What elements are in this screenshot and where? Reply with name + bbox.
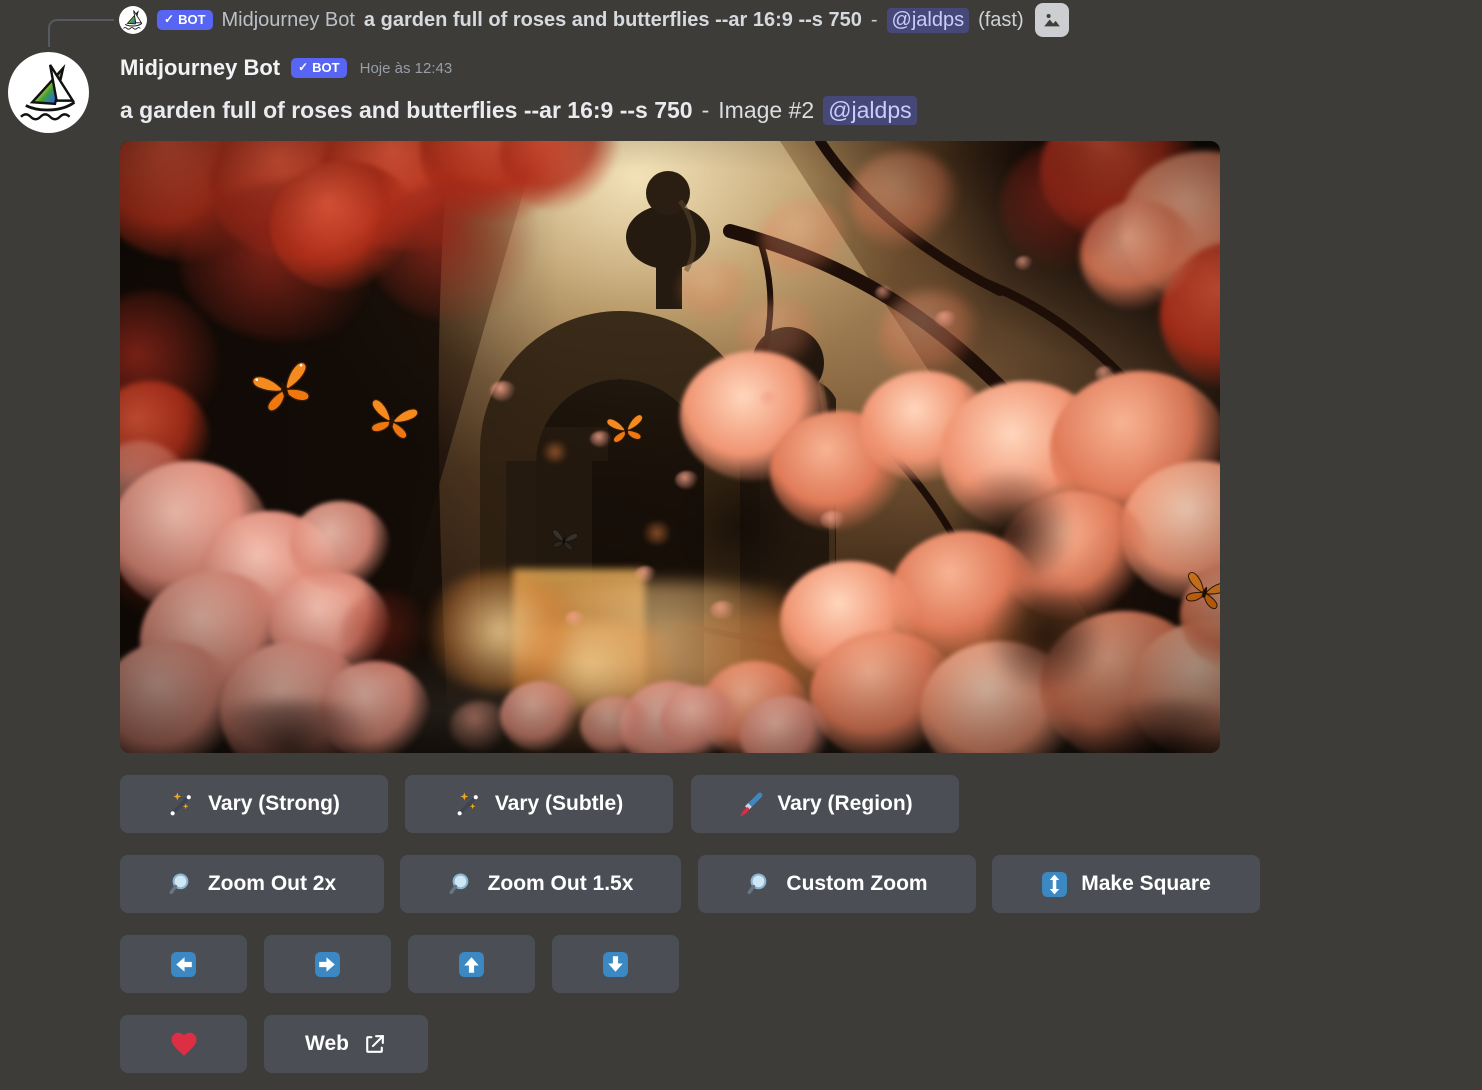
midjourney-sailboat-icon — [123, 10, 143, 30]
reply-user-mention[interactable]: @jaldps — [886, 7, 970, 33]
magnifier-icon — [169, 872, 189, 894]
message-username[interactable]: Midjourney Bot — [120, 55, 280, 81]
pan-left-button[interactable] — [120, 935, 247, 993]
magnifier-icon — [747, 872, 767, 894]
check-icon: ✓ — [164, 12, 175, 27]
magic-wand-icon — [457, 792, 478, 815]
arrow-up-icon — [459, 951, 484, 977]
arrow-left-icon — [171, 951, 196, 977]
reply-username[interactable]: Midjourney Bot — [222, 9, 355, 32]
pan-up-button[interactable] — [408, 935, 535, 993]
arrow-right-icon — [315, 951, 340, 977]
bot-badge: ✓ BOT — [291, 57, 347, 79]
magic-wand-icon — [170, 792, 191, 815]
reply-separator: - — [870, 8, 878, 31]
arrow-down-icon — [603, 951, 628, 977]
midjourney-bot-avatar[interactable] — [8, 52, 89, 133]
web-button[interactable]: Web — [264, 1015, 428, 1073]
bot-badge: ✓ BOT — [157, 9, 213, 31]
image-attachment-icon — [1034, 3, 1069, 37]
zoom-out-1-5x-button[interactable]: Zoom Out 1.5x — [400, 855, 681, 913]
heart-icon — [171, 1032, 196, 1056]
message-timestamp: Hoje às 12:43 — [359, 59, 453, 77]
external-link-icon — [366, 1034, 384, 1053]
message-header: Midjourney Bot ✓ BOT Hoje às 12:43 — [120, 55, 452, 81]
art-vignette — [120, 141, 1220, 753]
pan-right-button[interactable] — [264, 935, 391, 993]
favorite-button[interactable] — [120, 1015, 247, 1073]
pan-down-button[interactable] — [552, 935, 679, 993]
custom-zoom-button[interactable]: Custom Zoom — [698, 855, 976, 913]
reply-bar[interactable]: ✓ BOT Midjourney Bot a garden full of ro… — [157, 3, 1069, 37]
reply-fast-mode-label: (fast) — [978, 8, 1024, 31]
vary-subtle-button[interactable]: Vary (Subtle) — [405, 775, 673, 833]
discord-chat-area: { "reply_bar": { "bot_badge": "BOT", "ch… — [0, 0, 1482, 1090]
prompt-text: a garden full of roses and butterflies -… — [120, 97, 693, 123]
make-square-button[interactable]: Make Square — [992, 855, 1260, 913]
up-down-arrow-icon — [1042, 871, 1068, 897]
user-mention[interactable]: @jaldps — [823, 96, 917, 125]
separator: - — [701, 97, 710, 123]
reply-prompt-text: a garden full of roses and butterflies -… — [363, 8, 862, 31]
check-icon: ✓ — [298, 60, 309, 75]
vary-strong-button[interactable]: Vary (Strong) — [120, 775, 388, 833]
image-number-label: Image #2 — [718, 97, 815, 123]
vary-region-button[interactable]: Vary (Region) — [691, 775, 959, 833]
reply-avatar[interactable] — [119, 6, 147, 34]
paintbrush-icon — [740, 792, 763, 816]
message-content: a garden full of roses and butterflies -… — [120, 96, 917, 125]
zoom-out-2x-button[interactable]: Zoom Out 2x — [120, 855, 384, 913]
reply-spine — [48, 19, 114, 47]
generated-image[interactable] — [120, 141, 1220, 753]
midjourney-sailboat-icon — [20, 63, 76, 121]
magnifier-icon — [449, 872, 468, 894]
